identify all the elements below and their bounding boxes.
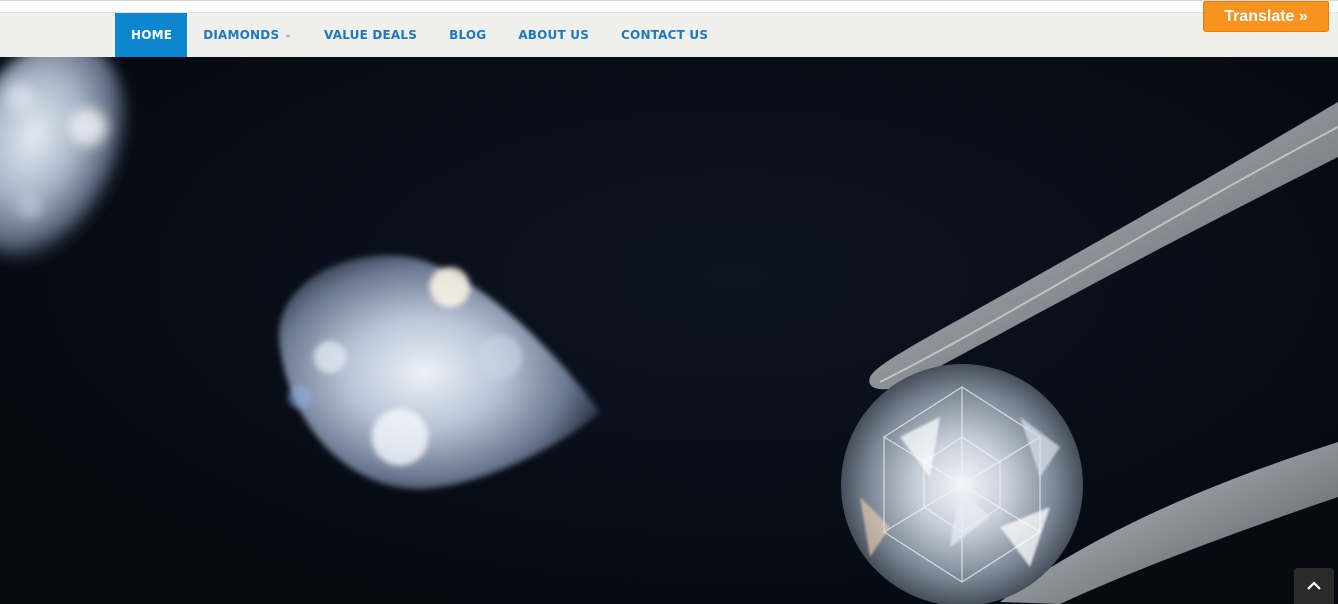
translate-label: Translate » <box>1224 7 1308 25</box>
chevron-up-icon <box>1307 581 1321 590</box>
nav-item-diamonds[interactable]: DIAMONDS ⌄ <box>187 13 308 57</box>
nav-item-label: CONTACT US <box>621 28 709 42</box>
translate-button[interactable]: Translate » <box>1203 1 1329 32</box>
pear-diamond <box>279 255 600 490</box>
round-diamond <box>841 364 1083 604</box>
main-nav: HOME DIAMONDS ⌄ VALUE DEALS BLOG ABOUT U… <box>115 13 724 57</box>
nav-item-home[interactable]: HOME <box>115 13 188 57</box>
page: HOME DIAMONDS ⌄ VALUE DEALS BLOG ABOUT U… <box>0 0 1338 604</box>
blurred-diamond-left <box>0 57 130 264</box>
top-divider <box>0 0 1338 1</box>
nav-item-label: ABOUT US <box>518 28 590 42</box>
nav-item-label: VALUE DEALS <box>324 28 418 42</box>
nav-item-label: HOME <box>131 28 173 42</box>
nav-item-contact-us[interactable]: CONTACT US <box>605 13 724 57</box>
main-navbar: HOME DIAMONDS ⌄ VALUE DEALS BLOG ABOUT U… <box>0 12 1338 58</box>
nav-item-label: BLOG <box>449 28 487 42</box>
hero-image <box>0 57 1338 604</box>
chevron-down-icon: ⌄ <box>284 30 293 40</box>
nav-item-blog[interactable]: BLOG <box>433 13 502 57</box>
nav-item-about-us[interactable]: ABOUT US <box>502 13 605 57</box>
nav-item-label: DIAMONDS <box>203 28 280 42</box>
diamonds-photo-illustration <box>0 57 1338 604</box>
scroll-to-top-button[interactable] <box>1294 568 1334 604</box>
nav-item-value-deals[interactable]: VALUE DEALS <box>308 13 433 57</box>
